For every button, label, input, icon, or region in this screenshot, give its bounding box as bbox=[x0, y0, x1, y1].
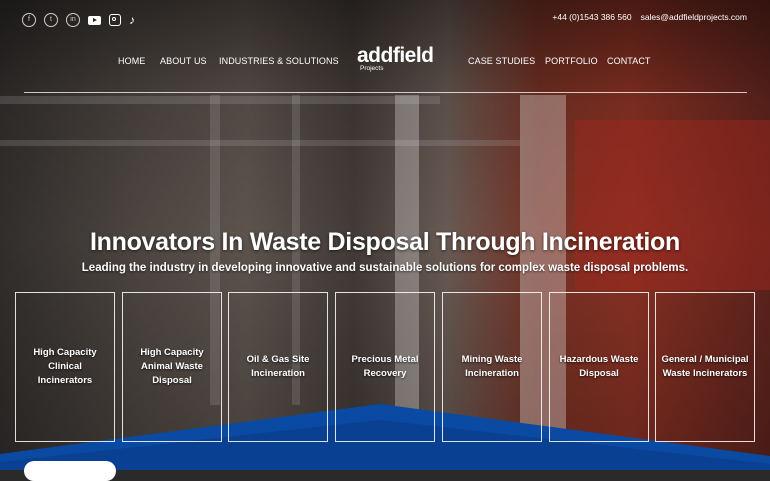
logo-wordmark: addfield bbox=[357, 44, 434, 67]
card-municipal-waste-incinerators[interactable]: General / Municipal Waste Incinerators bbox=[655, 292, 755, 442]
nav-about-us[interactable]: ABOUT US bbox=[160, 56, 207, 66]
site-logo[interactable]: addfield Projects bbox=[357, 45, 434, 72]
background-beam bbox=[0, 96, 440, 104]
youtube-icon[interactable] bbox=[88, 15, 101, 25]
card-clinical-incinerators[interactable]: High Capacity Clinical Incinerators bbox=[15, 292, 115, 442]
card-mining-waste-incineration[interactable]: Mining Waste Incineration bbox=[442, 292, 542, 442]
hero-subline: Leading the industry in developing innov… bbox=[81, 262, 689, 274]
tiktok-icon[interactable]: ♪ bbox=[129, 14, 135, 26]
twitter-icon[interactable]: t bbox=[44, 13, 58, 27]
email-link[interactable]: sales@addfieldprojects.com bbox=[641, 12, 747, 22]
contact-info: +44 (0)1543 386 560 sales@addfieldprojec… bbox=[552, 12, 747, 22]
nav-case-studies[interactable]: CASE STUDIES bbox=[468, 56, 535, 66]
nav-contact[interactable]: CONTACT bbox=[607, 56, 651, 66]
nav-portfolio[interactable]: PORTFOLIO bbox=[545, 56, 598, 66]
card-animal-waste-disposal[interactable]: High Capacity Animal Waste Disposal bbox=[122, 292, 222, 442]
facebook-icon[interactable]: f bbox=[22, 13, 36, 27]
card-precious-metal-recovery[interactable]: Precious Metal Recovery bbox=[335, 292, 435, 442]
nav-industries-solutions[interactable]: INDUSTRIES & SOLUTIONS bbox=[219, 56, 339, 66]
cta-button[interactable] bbox=[24, 461, 116, 481]
phone-link[interactable]: +44 (0)1543 386 560 bbox=[552, 12, 631, 22]
hero-headline: Innovators In Waste Disposal Through Inc… bbox=[90, 228, 680, 256]
card-hazardous-waste-disposal[interactable]: Hazardous Waste Disposal bbox=[549, 292, 649, 442]
instagram-icon[interactable] bbox=[109, 14, 121, 26]
social-links: f t in ♪ bbox=[22, 13, 135, 27]
card-oil-gas-incineration[interactable]: Oil & Gas Site Incineration bbox=[228, 292, 328, 442]
linkedin-icon[interactable]: in bbox=[66, 13, 80, 27]
background-beam bbox=[0, 140, 520, 146]
nav-home[interactable]: HOME bbox=[118, 56, 145, 66]
header-divider bbox=[24, 92, 747, 93]
